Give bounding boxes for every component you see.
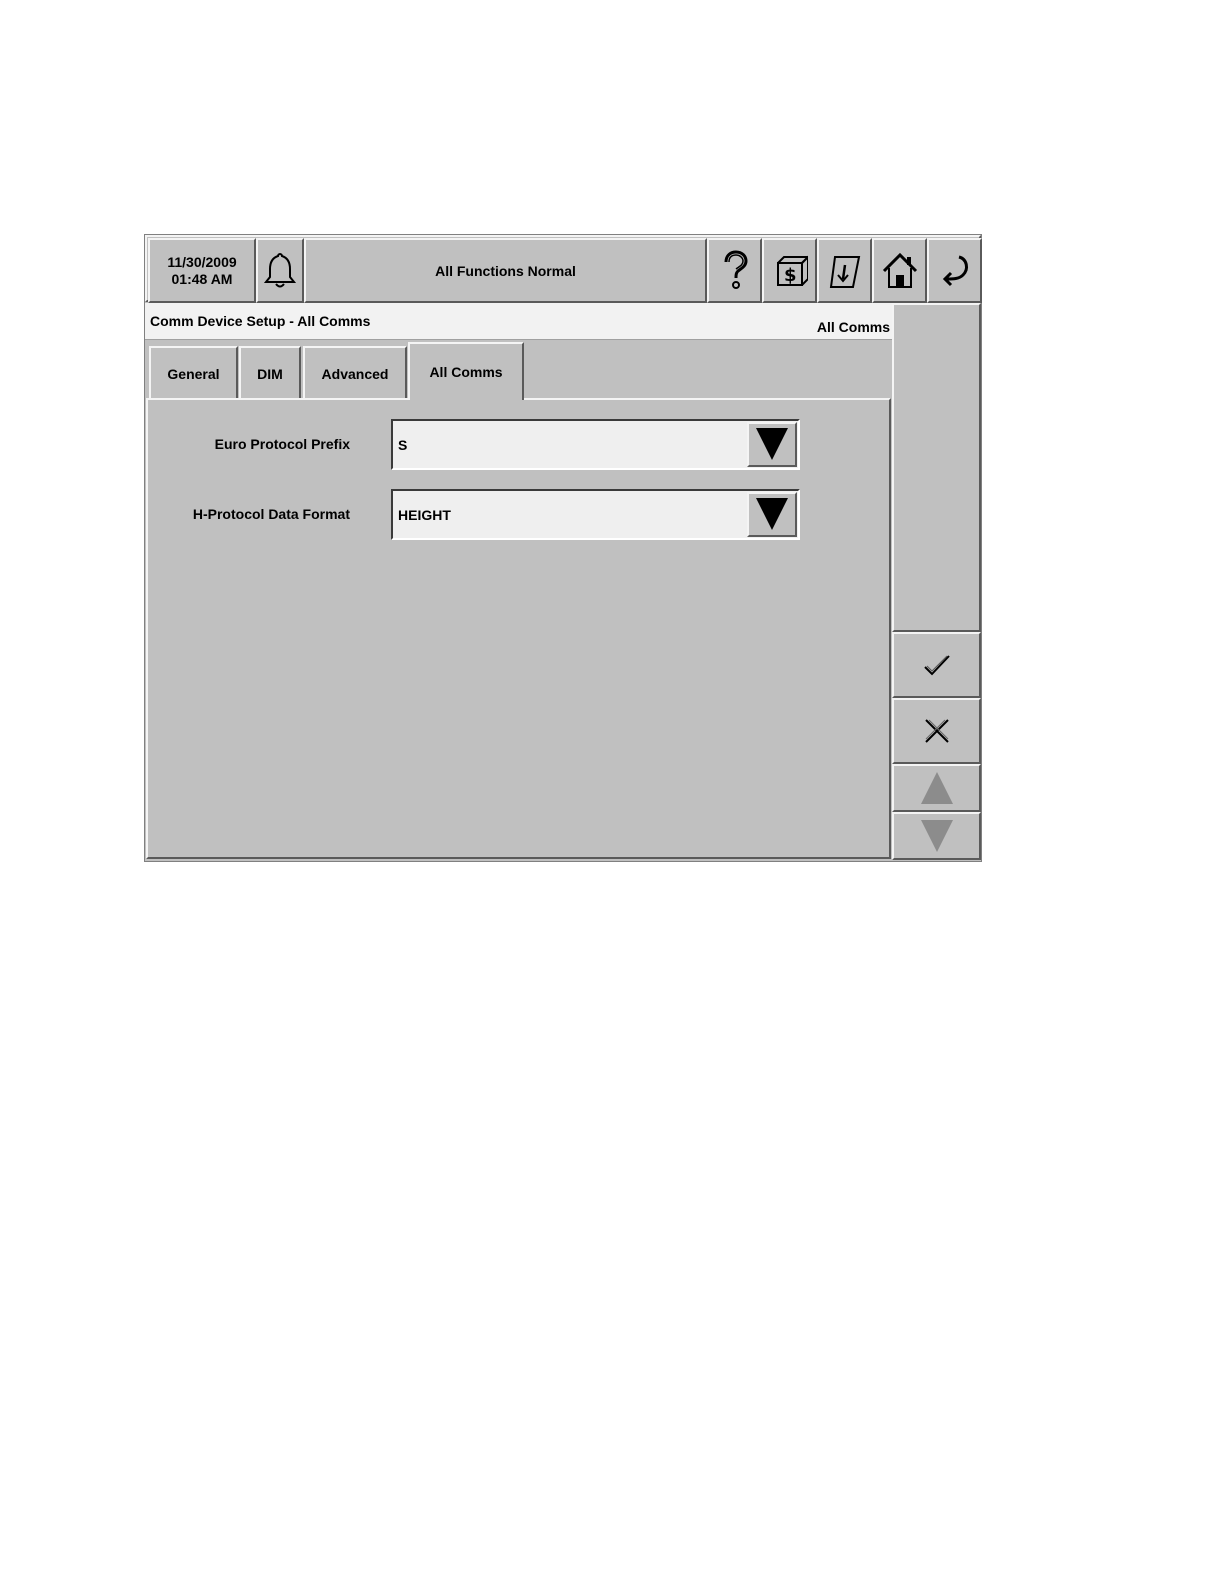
dropdown-value: S [398, 437, 408, 453]
tab-label: General [167, 366, 220, 382]
screen-header: Comm Device Setup - All Comms All Comms [145, 303, 892, 340]
side-button-column [892, 303, 981, 860]
tab-label: Advanced [321, 366, 389, 382]
dropdown-value: HEIGHT [398, 507, 451, 523]
tab-advanced[interactable]: Advanced [303, 346, 407, 400]
alarm-button[interactable] [256, 238, 304, 303]
cancel-icon [924, 719, 949, 743]
euro-protocol-prefix-label: Euro Protocol Prefix [214, 436, 350, 452]
accept-icon [923, 655, 950, 676]
time-text: 01:48 AM [171, 270, 233, 287]
home-icon [882, 252, 917, 288]
scroll-down-icon [920, 820, 953, 852]
euro-protocol-prefix-dropdown[interactable]: S [391, 419, 800, 470]
bell-icon [263, 252, 297, 287]
help-icon [724, 249, 748, 289]
tab-label: DIM [257, 366, 283, 382]
system-status: All Functions Normal [304, 238, 707, 303]
h-protocol-data-format-label: H-Protocol Data Format [192, 506, 350, 522]
dropdown-arrow-button[interactable] [747, 422, 797, 467]
tab-general[interactable]: General [149, 346, 238, 400]
back-button[interactable] [927, 238, 982, 303]
console-screen: 11/30/2009 01:48 AM All Functions Normal… [144, 234, 982, 862]
tab-dim[interactable]: DIM [239, 346, 301, 400]
reports-button[interactable]: $ [762, 238, 817, 303]
chevron-down-icon [756, 428, 788, 460]
scroll-down-button[interactable] [892, 812, 981, 860]
tab-label: All Comms [429, 364, 503, 380]
back-icon [942, 255, 968, 286]
date-text: 11/30/2009 [167, 253, 237, 270]
content-panel: Euro Protocol Prefix S H-Protocol Data F… [146, 398, 891, 859]
chevron-down-icon [756, 498, 788, 530]
cancel-button[interactable] [892, 698, 981, 764]
date-time-display: 11/30/2009 01:48 AM [148, 238, 256, 303]
scroll-up-icon [920, 772, 953, 804]
home-button[interactable] [872, 238, 927, 303]
page-title: Comm Device Setup - All Comms [150, 313, 371, 329]
top-bar: 11/30/2009 01:48 AM All Functions Normal… [145, 235, 982, 303]
help-button[interactable] [707, 238, 762, 303]
accept-button[interactable] [892, 632, 981, 698]
h-protocol-data-format-dropdown[interactable]: HEIGHT [391, 489, 800, 540]
reports-icon: $ [776, 255, 808, 286]
dropdown-arrow-button[interactable] [747, 492, 797, 537]
scroll-up-button[interactable] [892, 764, 981, 812]
svg-text:$: $ [784, 265, 797, 286]
side-blank-area [892, 303, 981, 632]
print-button[interactable] [817, 238, 872, 303]
header-context-label: All Comms [816, 319, 890, 335]
print-icon [829, 255, 860, 288]
tab-all-comms[interactable]: All Comms [408, 342, 524, 400]
